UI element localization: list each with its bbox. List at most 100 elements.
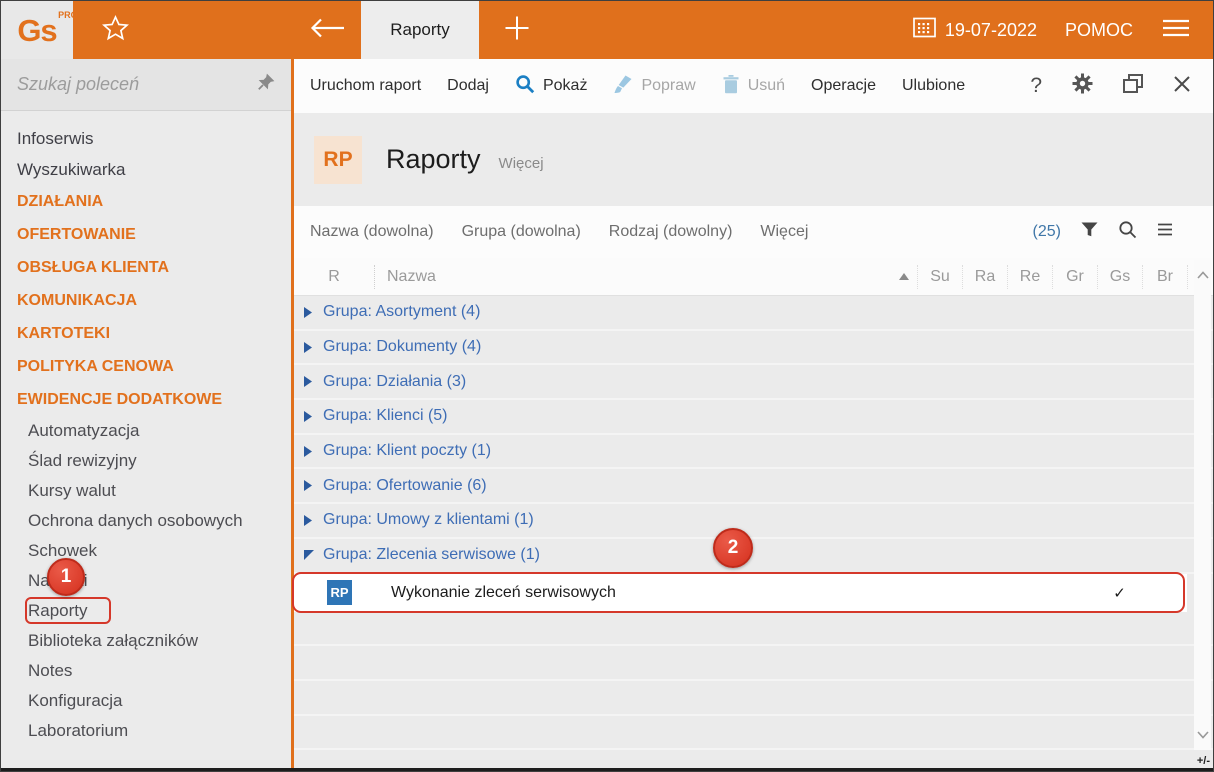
filter-funnel-icon[interactable] [1081, 222, 1098, 242]
date-button[interactable]: 19-07-2022 [913, 17, 1037, 43]
sidebar-item-lad-rewizyjny[interactable]: Ślad rewizyjny [1, 446, 291, 476]
group-expanded-icon[interactable] [304, 550, 314, 560]
sidebar-item-automatyzacja[interactable]: Automatyzacja [1, 416, 291, 446]
filter-rodzaj-dowolny[interactable]: Rodzaj (dowolny) [609, 223, 733, 241]
sidebar-item-naklejki[interactable]: Naklejki [1, 566, 291, 596]
group-collapsed-icon[interactable] [304, 342, 314, 353]
group-label: Grupa: Umowy z klientami (1) [323, 511, 534, 529]
back-button[interactable] [309, 1, 345, 59]
sidebar-item-ofertowanie[interactable]: OFERTOWANIE [1, 218, 291, 251]
list-options-icon[interactable] [1157, 223, 1173, 241]
group-collapsed-icon[interactable] [304, 376, 314, 387]
settings-button[interactable] [1072, 73, 1093, 99]
sidebar-item-kursy-walut[interactable]: Kursy walut [1, 476, 291, 506]
sidebar-item-konfiguracja[interactable]: Konfiguracja [1, 686, 291, 716]
logo-text: Gs [17, 13, 56, 48]
group-label: Grupa: Zlecenia serwisowe (1) [323, 546, 540, 564]
group-collapsed-icon[interactable] [304, 446, 314, 457]
brush-icon [613, 74, 633, 99]
reports-grid: R Nazwa SuRaReGrGsBr Grupa: Asortyment (… [294, 258, 1213, 768]
column-header-gr[interactable]: Gr [1052, 265, 1097, 289]
toolbar-button-poka[interactable]: Pokaż [515, 74, 587, 99]
sidebar-item-ewidencje-dodatkowe[interactable]: EWIDENCJE DODATKOWE [1, 383, 291, 416]
group-row-grupa-ofertowanie-6[interactable]: Grupa: Ofertowanie (6) [294, 469, 1213, 504]
header-more-link[interactable]: Więcej [499, 155, 544, 172]
column-header-re[interactable]: Re [1007, 265, 1052, 289]
column-header-nazwa[interactable]: Nazwa [387, 268, 436, 286]
group-row-grupa-umowy-z-klientami-1[interactable]: Grupa: Umowy z klientami (1) [294, 504, 1213, 539]
group-row-grupa-dokumenty-4[interactable]: Grupa: Dokumenty (4) [294, 331, 1213, 366]
sidebar-item-infoserwis[interactable]: Infoserwis [1, 123, 291, 154]
group-row-grupa-asortyment-4[interactable]: Grupa: Asortyment (4) [294, 296, 1213, 331]
column-header-r[interactable]: R [294, 268, 374, 286]
group-row-grupa-dzia-ania-3[interactable]: Grupa: Działania (3) [294, 365, 1213, 400]
filter-grupa-dowolna[interactable]: Grupa (dowolna) [462, 223, 581, 241]
column-header-ra[interactable]: Ra [962, 265, 1007, 289]
calendar-icon [913, 17, 936, 43]
column-header-su[interactable]: Su [917, 265, 962, 289]
filter-bar: Nazwa (dowolna) Grupa (dowolna) Rodzaj (do… [294, 206, 1213, 258]
scroll-up-icon[interactable] [1197, 266, 1209, 284]
toolbar-button-usu[interactable]: Usuń [722, 74, 785, 99]
expand-collapse-all-control[interactable]: +/- [1197, 755, 1210, 767]
search-icon[interactable] [1118, 220, 1137, 244]
sidebar-item-ochrona-danych-osobowych[interactable]: Ochrona danych osobowych [1, 506, 291, 536]
group-row-grupa-klient-poczty-1[interactable]: Grupa: Klient poczty (1) [294, 435, 1213, 470]
group-row-grupa-zlecenia-serwisowe-1[interactable]: Grupa: Zlecenia serwisowe (1) [294, 539, 1213, 574]
trash-icon [722, 74, 740, 99]
toolbar-button-uruchom-raport[interactable]: Uruchom raport [310, 77, 421, 95]
window-bottom-edge [1, 768, 1213, 771]
app-logo: Gs PRO [1, 1, 73, 59]
sidebar-item-polityka-cenowa[interactable]: POLITYKA CENOWA [1, 350, 291, 383]
favorites-button[interactable] [93, 15, 137, 46]
sidebar-item-biblioteka-za-cznik-w[interactable]: Biblioteka załączników [1, 626, 291, 656]
empty-grid-row [294, 612, 1213, 647]
module-badge: RP [314, 136, 362, 184]
column-header-br[interactable]: Br [1142, 265, 1187, 289]
app-window: Gs PRO Raporty [0, 0, 1214, 772]
top-bar: Gs PRO Raporty [1, 1, 1213, 59]
sidebar-item-notes[interactable]: Notes [1, 656, 291, 686]
sidebar-item-dzia-ania[interactable]: DZIAŁANIA [1, 185, 291, 218]
command-search-box[interactable]: Szukaj poleceń [1, 59, 291, 111]
filter-nazwa-dowolna[interactable]: Nazwa (dowolna) [310, 223, 434, 241]
group-collapsed-icon[interactable] [304, 307, 314, 318]
module-header: RP Raporty Więcej [294, 113, 1213, 206]
filter-wi-cej[interactable]: Więcej [760, 223, 808, 241]
toolbar-button-popraw[interactable]: Popraw [613, 74, 695, 99]
star-icon [102, 15, 129, 46]
sort-ascending-icon[interactable] [899, 273, 909, 280]
sidebar-item-schowek[interactable]: Schowek [1, 536, 291, 566]
plus-icon [502, 13, 532, 48]
group-collapsed-icon[interactable] [304, 480, 314, 491]
column-header-gs[interactable]: Gs [1097, 265, 1142, 289]
help-button[interactable]: ? [1030, 74, 1042, 98]
logo-pro-label: PRO [58, 11, 78, 20]
tab-raporty[interactable]: Raporty [361, 1, 479, 59]
toolbar-button-dodaj[interactable]: Dodaj [447, 77, 489, 95]
detach-window-button[interactable] [1123, 74, 1143, 98]
toolbar-button-operacje[interactable]: Operacje [811, 77, 876, 95]
scroll-down-icon[interactable] [1197, 726, 1209, 744]
sidebar-item-komunikacja[interactable]: KOMUNIKACJA [1, 284, 291, 317]
sidebar-item-wyszukiwarka[interactable]: Wyszukiwarka [1, 154, 291, 185]
new-tab-button[interactable] [495, 1, 539, 59]
gear-icon [1072, 81, 1093, 98]
group-collapsed-icon[interactable] [304, 411, 314, 422]
toolbar-button-ulubione[interactable]: Ulubione [902, 77, 965, 95]
sidebar-item-kartoteki[interactable]: KARTOTEKI [1, 317, 291, 350]
command-search-placeholder: Szukaj poleceń [17, 74, 257, 95]
close-module-button[interactable] [1173, 75, 1191, 98]
group-label: Grupa: Asortyment (4) [323, 303, 480, 321]
empty-grid-row [294, 646, 1213, 681]
group-label: Grupa: Działania (3) [323, 373, 466, 391]
sidebar-item-obs-uga-klienta[interactable]: OBSŁUGA KLIENTA [1, 251, 291, 284]
group-row-grupa-klienci-5[interactable]: Grupa: Klienci (5) [294, 400, 1213, 435]
pin-icon[interactable] [257, 73, 275, 96]
help-menu-button[interactable]: POMOC [1065, 20, 1133, 41]
sidebar-item-laboratorium[interactable]: Laboratorium [1, 716, 291, 746]
group-collapsed-icon[interactable] [304, 515, 314, 526]
vertical-scrollbar[interactable] [1194, 260, 1211, 750]
grid-body: Grupa: Asortyment (4) Grupa: Dokumenty (4… [294, 296, 1213, 750]
main-menu-button[interactable] [1161, 18, 1191, 43]
